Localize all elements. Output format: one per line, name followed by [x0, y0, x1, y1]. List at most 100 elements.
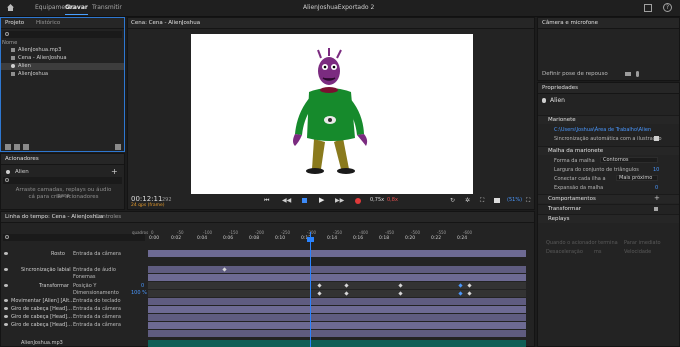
triggers-puppet-row[interactable]: Alien +	[3, 167, 122, 176]
project-item-label: AlienJoshua.mp3	[18, 47, 62, 53]
connect-select[interactable]: Mais próximo	[616, 175, 658, 181]
project-item-artwork[interactable]: AlienJoshua	[1, 71, 124, 78]
track-bar-extra[interactable]	[148, 330, 526, 337]
track-bar-giro-1[interactable]	[148, 306, 526, 313]
percent-value[interactable]: 100 %	[131, 290, 147, 296]
triggers-empty-line-2: cá para criar acionadores	[28, 194, 99, 200]
stop-button[interactable]	[302, 198, 307, 203]
camera-title: Câmera e microfone	[542, 20, 599, 26]
track-bar-visemes[interactable]	[148, 274, 526, 281]
record-button[interactable]	[355, 198, 361, 204]
record-speed[interactable]: 0,8x	[387, 197, 398, 203]
puppet-path[interactable]: C:\Users\Joshua\Área de Trabalho\Alien	[554, 127, 651, 133]
new-scene-icon[interactable]	[23, 144, 29, 150]
triggers-panel: Acionadores Alien + Arraste camadas, rep…	[0, 153, 125, 210]
properties-header: Propriedades	[538, 83, 679, 94]
track-bar-rosto[interactable]	[148, 250, 526, 257]
play-button[interactable]: ▶	[319, 196, 324, 204]
nav-gravar[interactable]: Gravar	[65, 4, 88, 15]
track-label-transform: Transformar	[39, 283, 69, 289]
track-label-movimentar: Movimentar [Alien] [Alt...	[11, 298, 74, 304]
track-bar-giro-3[interactable]	[148, 322, 526, 329]
audio-track-bar[interactable]	[148, 340, 526, 347]
timeline-search[interactable]	[3, 234, 145, 241]
track-value-position-y: Posição Y	[73, 283, 97, 289]
mesh-shape-label: Forma da malha	[554, 158, 595, 164]
home-icon[interactable]	[6, 3, 15, 12]
project-column-header[interactable]: Nome	[1, 40, 124, 47]
project-item-puppet[interactable]: Alien	[1, 63, 124, 70]
mesh-shape-select[interactable]: Contornos	[600, 157, 658, 163]
track-bar-giro-2[interactable]	[148, 314, 526, 321]
replay-speed-label: Velocidade	[624, 249, 652, 255]
step-back-icon[interactable]: ◀◀	[282, 197, 291, 204]
rest-pose-button[interactable]: Definir pose de repouso	[542, 71, 608, 77]
track-bar-movimentar[interactable]	[148, 298, 526, 305]
section-replays[interactable]: Replays	[538, 214, 679, 223]
section-marionete[interactable]: Marionete	[538, 115, 679, 124]
project-item-scene[interactable]: Cena - AlienJoshua	[1, 55, 124, 62]
puppet-icon	[542, 98, 546, 103]
tab-controles[interactable]: Controles	[95, 214, 121, 220]
background-color-icon[interactable]	[494, 198, 500, 203]
track-label-lipsync: Sincronização labial	[21, 267, 71, 273]
tab-historico[interactable]: Histórico	[36, 20, 60, 26]
timecode: 00:12:11	[131, 195, 163, 203]
tab-timeline[interactable]: Linha do tempo: Cena - AlienJoshua	[5, 214, 103, 220]
add-behavior-icon[interactable]: +	[654, 194, 660, 202]
top-bar: Equipamento Gravar Transmitir AlienJoshu…	[0, 0, 680, 17]
track-bar-lipsync[interactable]	[148, 266, 526, 273]
ruler-time-label: 0:08	[249, 236, 260, 241]
playback-speed[interactable]: 0,75x	[370, 197, 384, 203]
tab-projeto[interactable]: Projeto	[5, 20, 24, 26]
project-search[interactable]	[3, 31, 122, 38]
transform-menu-icon[interactable]	[654, 207, 658, 211]
triangle-width-value[interactable]: 10	[653, 167, 659, 173]
refresh-icon[interactable]: ↻	[450, 197, 455, 204]
nav-transmitir[interactable]: Transmitir	[92, 4, 122, 11]
eye-icon[interactable]	[4, 315, 8, 318]
settings-icon[interactable]: ✲	[465, 197, 470, 204]
eye-icon[interactable]	[4, 323, 8, 326]
scene-title: Cena: Cena - AlienJoshua	[131, 20, 201, 26]
eye-icon[interactable]	[4, 299, 8, 302]
scene-canvas[interactable]	[191, 34, 473, 194]
mesh-expansion-value[interactable]: 0	[655, 185, 658, 191]
help-icon[interactable]: ?	[663, 3, 672, 12]
playhead[interactable]	[310, 232, 311, 347]
go-to-start-icon[interactable]: ⏮	[264, 197, 269, 205]
microphone-icon[interactable]	[636, 71, 639, 77]
eye-icon[interactable]	[4, 252, 8, 255]
auto-sync-checkbox[interactable]	[654, 136, 659, 141]
scene-header: Cena: Cena - AlienJoshua	[128, 18, 534, 29]
triggers-search[interactable]	[3, 177, 122, 184]
zoom-level[interactable]: (51%)	[507, 197, 522, 203]
timeline-ruler[interactable]: quadros 0 -50 -100 -150 -200 -250 -300 -…	[132, 229, 529, 243]
new-folder-icon[interactable]	[5, 144, 11, 150]
track-value-giro-1: Entrada da câmera	[73, 306, 121, 312]
import-icon[interactable]	[14, 144, 20, 150]
delete-icon[interactable]	[115, 144, 121, 150]
step-forward-icon[interactable]: ▶▶	[335, 197, 344, 204]
section-malha[interactable]: Malha da marionete	[538, 146, 679, 155]
replay-end-label: Quando o acionador termina	[546, 240, 618, 246]
playhead-handle[interactable]	[307, 237, 314, 242]
eye-icon[interactable]	[4, 307, 8, 310]
project-item-audio[interactable]: AlienJoshua.mp3	[1, 47, 124, 54]
eye-icon[interactable]	[4, 268, 8, 271]
position-y-value[interactable]: 0	[141, 283, 144, 289]
properties-puppet-name: Alien	[550, 97, 565, 104]
camera-view-icon[interactable]: ⛶	[480, 197, 484, 205]
artwork-icon	[11, 71, 15, 76]
track-label-audio: AlienJoshua.mp3	[21, 340, 63, 346]
expand-icon[interactable]	[644, 4, 652, 12]
scene-panel: Cena: Cena - AlienJoshua 00:12:11 292 24…	[127, 17, 535, 210]
project-panel-header: Projeto Histórico	[1, 18, 124, 29]
eye-icon[interactable]	[4, 284, 8, 287]
add-trigger-icon[interactable]: +	[111, 167, 118, 176]
zoom-fit-icon[interactable]: ⛶	[526, 197, 530, 205]
camera-icon[interactable]	[625, 72, 631, 76]
ruler-frame-offset: -550	[437, 230, 447, 235]
replay-end-value[interactable]: Parar imediato	[624, 240, 661, 246]
search-icon	[5, 178, 9, 182]
